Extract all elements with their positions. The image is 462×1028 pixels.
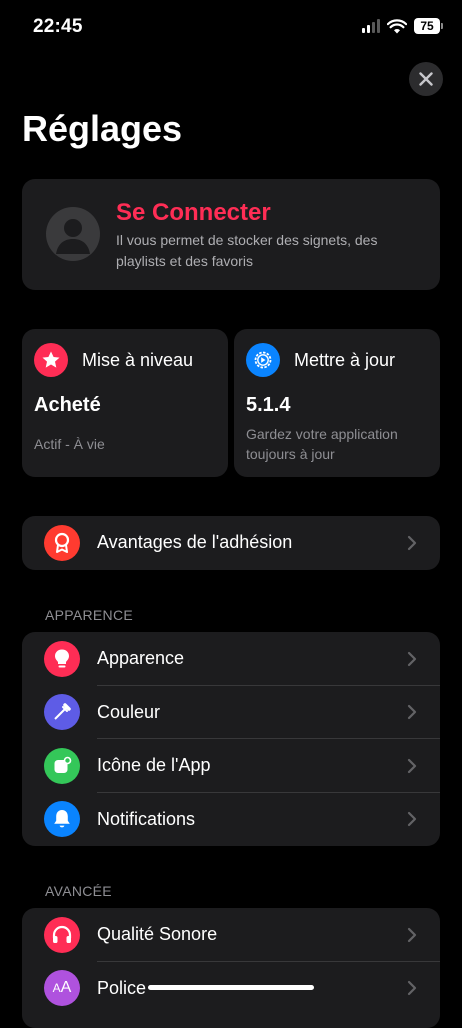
row-color-label: Couleur <box>97 701 161 722</box>
update-label: Mettre à jour <box>294 350 396 370</box>
upgrade-label: Mise à niveau <box>82 350 194 370</box>
appearance-group: Apparence Couleur Icône de l'App Notific… <box>22 632 440 846</box>
status-bar: 22:45 75 <box>0 0 462 56</box>
row-app-icon-label: Icône de l'App <box>97 755 211 776</box>
upgrade-status: Acheté <box>34 394 101 416</box>
lightbulb-icon <box>44 640 80 677</box>
award-icon <box>44 524 80 561</box>
row-appearance[interactable]: Apparence <box>22 632 440 686</box>
bell-icon <box>44 801 80 838</box>
close-icon <box>419 72 433 86</box>
status-time: 22:45 <box>33 16 83 37</box>
headphones-icon <box>44 916 80 953</box>
sign-in-card[interactable]: Se Connecter Il vous permet de stocker d… <box>22 179 440 290</box>
sign-in-description: Il vous permet de stocker des signets, d… <box>116 232 378 269</box>
row-appearance-label: Apparence <box>97 648 185 669</box>
eyedropper-icon <box>44 694 80 731</box>
membership-group: Avantages de l'adhésion <box>22 516 440 570</box>
chevron-right-icon <box>407 981 417 996</box>
row-notifications[interactable]: Notifications <box>22 793 440 847</box>
row-sound-quality[interactable]: Qualité Sonore <box>22 908 440 962</box>
chevron-right-icon <box>407 812 417 827</box>
battery-icon: 75 <box>414 18 443 34</box>
font-icon: AA <box>44 970 80 1007</box>
row-app-icon[interactable]: Icône de l'App <box>22 739 440 793</box>
app-icon <box>44 747 80 784</box>
person-icon <box>56 219 90 254</box>
sign-in-title: Se Connecter <box>116 199 271 226</box>
gear-icon <box>246 343 280 377</box>
wifi-icon <box>387 18 407 33</box>
upgrade-tile[interactable]: Mise à niveau Acheté Actif - À vie <box>22 329 228 477</box>
row-sound-quality-label: Qualité Sonore <box>97 924 218 945</box>
avatar <box>46 207 100 261</box>
row-color[interactable]: Couleur <box>22 686 440 739</box>
cellular-signal-icon <box>362 19 380 33</box>
upgrade-subtitle: Actif - À vie <box>34 436 105 452</box>
advanced-group: Qualité Sonore AA Police <box>22 908 440 1028</box>
chevron-right-icon <box>407 535 417 550</box>
update-tile[interactable]: Mettre à jour 5.1.4 Gardez votre applica… <box>234 329 440 477</box>
chevron-right-icon <box>407 651 417 666</box>
page-title: Réglages <box>22 108 183 149</box>
membership-benefits-label: Avantages de l'adhésion <box>97 532 293 553</box>
appearance-section-header: APPARENCE <box>45 607 134 623</box>
chevron-right-icon <box>407 927 417 942</box>
star-icon <box>34 343 68 377</box>
app-version: 5.1.4 <box>246 394 291 416</box>
home-indicator[interactable] <box>148 985 314 990</box>
row-font-label: Police <box>97 977 147 998</box>
advanced-section-header: AVANCÉE <box>45 883 112 899</box>
status-icons: 75 <box>362 18 443 34</box>
close-button[interactable] <box>409 62 443 96</box>
membership-benefits-row[interactable]: Avantages de l'adhésion <box>22 516 440 570</box>
chevron-right-icon <box>407 758 417 773</box>
chevron-right-icon <box>407 705 417 720</box>
update-subtitle: Gardez votre application toujours à jour <box>246 426 398 462</box>
row-notifications-label: Notifications <box>97 808 196 829</box>
